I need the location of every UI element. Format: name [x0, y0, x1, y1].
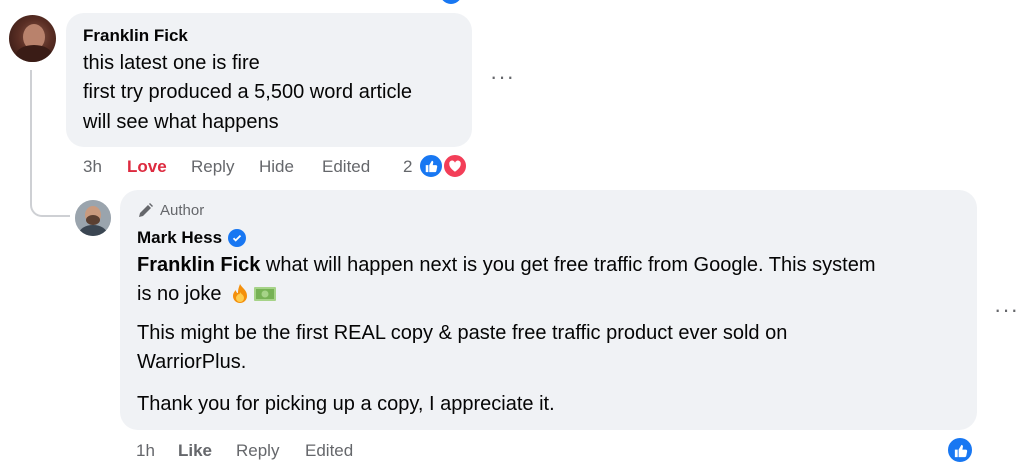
reaction-count[interactable]: 2	[403, 157, 412, 177]
heart-icon[interactable]	[442, 153, 468, 179]
reply-paragraph-2-line-2: WarriorPlus.	[137, 351, 247, 373]
comment-line: this latest one is fire	[83, 52, 260, 74]
pencil-icon	[139, 202, 153, 217]
reply-text: is no joke	[137, 283, 228, 305]
reply-bubble: Author Mark Hess Franklin Fick what will…	[120, 190, 977, 430]
hide-button[interactable]: Hide	[259, 157, 294, 177]
like-icon[interactable]	[438, 0, 464, 4]
reply-paragraph-1: Franklin Fick what will happen next is y…	[137, 250, 967, 280]
reply-paragraph-3: Thank you for picking up a copy, I appre…	[137, 393, 555, 415]
edited-label[interactable]: Edited	[322, 157, 370, 177]
thread-connector	[30, 70, 70, 217]
love-reaction-button[interactable]: Love	[127, 157, 167, 177]
author-badge: Author	[137, 202, 204, 219]
reply-button[interactable]: Reply	[191, 157, 234, 177]
verified-badge-icon	[228, 229, 247, 247]
author-badge-label: Author	[160, 202, 205, 219]
reply-paragraph-1-line-2: is no joke	[137, 279, 277, 309]
comment-bubble: Franklin Fick this latest one is fire fi…	[66, 13, 472, 147]
like-icon[interactable]	[946, 436, 974, 464]
previous-comment-actions	[180, 0, 480, 4]
avatar-photo	[75, 200, 111, 236]
fire-emoji	[233, 284, 248, 303]
reply-paragraph-2: This might be the first REAL copy & past…	[137, 322, 788, 344]
comment-time[interactable]: 1h	[136, 441, 155, 461]
more-options-icon[interactable]: ···	[994, 297, 1019, 323]
comment-line: will see what happens	[83, 111, 279, 133]
more-options-icon[interactable]: ···	[490, 64, 515, 90]
comment-time[interactable]: 3h	[83, 157, 102, 177]
comment-line: first try produced a 5,500 word article	[83, 81, 413, 103]
mention-link[interactable]: Franklin Fick	[137, 254, 260, 276]
reply-author-row: Mark Hess	[137, 228, 247, 248]
reply-text: what will happen next is you get free tr…	[260, 254, 876, 276]
money-emoji	[254, 287, 277, 301]
like-button[interactable]: Like	[178, 441, 212, 461]
avatar[interactable]	[9, 15, 56, 62]
comment-author[interactable]: Franklin Fick	[83, 26, 188, 46]
reply-author[interactable]: Mark Hess	[137, 228, 222, 248]
edited-label[interactable]: Edited	[305, 441, 353, 461]
avatar[interactable]	[75, 200, 111, 236]
avatar-photo	[16, 24, 52, 62]
reply-button[interactable]: Reply	[236, 441, 279, 461]
like-icon[interactable]	[418, 153, 444, 179]
